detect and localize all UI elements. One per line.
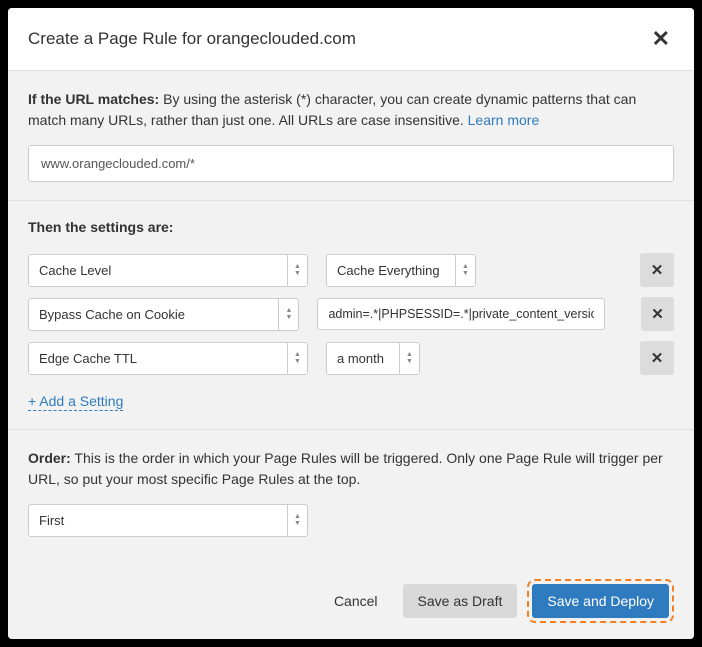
learn-more-link[interactable]: Learn more <box>468 112 540 128</box>
order-select[interactable]: First ▲▼ <box>28 504 308 537</box>
setting-value: a month <box>327 343 399 374</box>
modal-body: If the URL matches: By using the asteris… <box>8 71 694 563</box>
setting-row: Cache Level ▲▼ Cache Everything ▲▼ ✕ <box>28 253 674 287</box>
close-icon[interactable]: ✕ <box>648 24 674 54</box>
order-prefix: Order: <box>28 450 71 466</box>
page-rule-modal: Create a Page Rule for orangeclouded.com… <box>8 8 694 639</box>
settings-section: Then the settings are: Cache Level ▲▼ Ca… <box>8 201 694 430</box>
modal-header: Create a Page Rule for orangeclouded.com… <box>8 8 694 71</box>
setting-name-select[interactable]: Edge Cache TTL ▲▼ <box>28 342 308 375</box>
order-text: This is the order in which your Page Rul… <box>28 450 663 487</box>
caret-icon: ▲▼ <box>455 255 475 286</box>
setting-name-value: Bypass Cache on Cookie <box>29 299 278 330</box>
url-match-prefix: If the URL matches: <box>28 91 159 107</box>
modal-title: Create a Page Rule for orangeclouded.com <box>28 29 356 49</box>
order-desc: Order: This is the order in which your P… <box>28 448 674 490</box>
setting-name-value: Cache Level <box>29 255 287 286</box>
setting-row: Bypass Cache on Cookie ▲▼ ✕ <box>28 297 674 331</box>
setting-value-input[interactable] <box>317 298 605 330</box>
setting-name-select[interactable]: Bypass Cache on Cookie ▲▼ <box>28 298 299 331</box>
setting-value-select[interactable]: Cache Everything ▲▼ <box>326 254 476 287</box>
order-value: First <box>29 505 287 536</box>
setting-name-select[interactable]: Cache Level ▲▼ <box>28 254 308 287</box>
setting-row: Edge Cache TTL ▲▼ a month ▲▼ ✕ <box>28 341 674 375</box>
caret-icon: ▲▼ <box>287 505 307 536</box>
caret-icon: ▲▼ <box>287 343 307 374</box>
url-pattern-input[interactable] <box>28 145 674 182</box>
order-section: Order: This is the order in which your P… <box>8 430 694 555</box>
cancel-button[interactable]: Cancel <box>319 584 393 618</box>
remove-setting-button[interactable]: ✕ <box>640 341 674 375</box>
caret-icon: ▲▼ <box>287 255 307 286</box>
caret-icon: ▲▼ <box>399 343 419 374</box>
setting-name-value: Edge Cache TTL <box>29 343 287 374</box>
remove-setting-button[interactable]: ✕ <box>640 253 674 287</box>
save-draft-button[interactable]: Save as Draft <box>403 584 518 618</box>
setting-value: Cache Everything <box>327 255 455 286</box>
url-match-section: If the URL matches: By using the asteris… <box>8 71 694 201</box>
url-match-desc: If the URL matches: By using the asteris… <box>28 89 674 131</box>
caret-icon: ▲▼ <box>278 299 298 330</box>
save-deploy-button[interactable]: Save and Deploy <box>532 584 669 618</box>
setting-value-select[interactable]: a month ▲▼ <box>326 342 420 375</box>
deploy-highlight: Save and Deploy <box>527 579 674 623</box>
add-setting-link[interactable]: + Add a Setting <box>28 393 123 411</box>
modal-footer: Cancel Save as Draft Save and Deploy <box>8 563 694 639</box>
settings-label: Then the settings are: <box>28 219 674 235</box>
remove-setting-button[interactable]: ✕ <box>641 297 674 331</box>
